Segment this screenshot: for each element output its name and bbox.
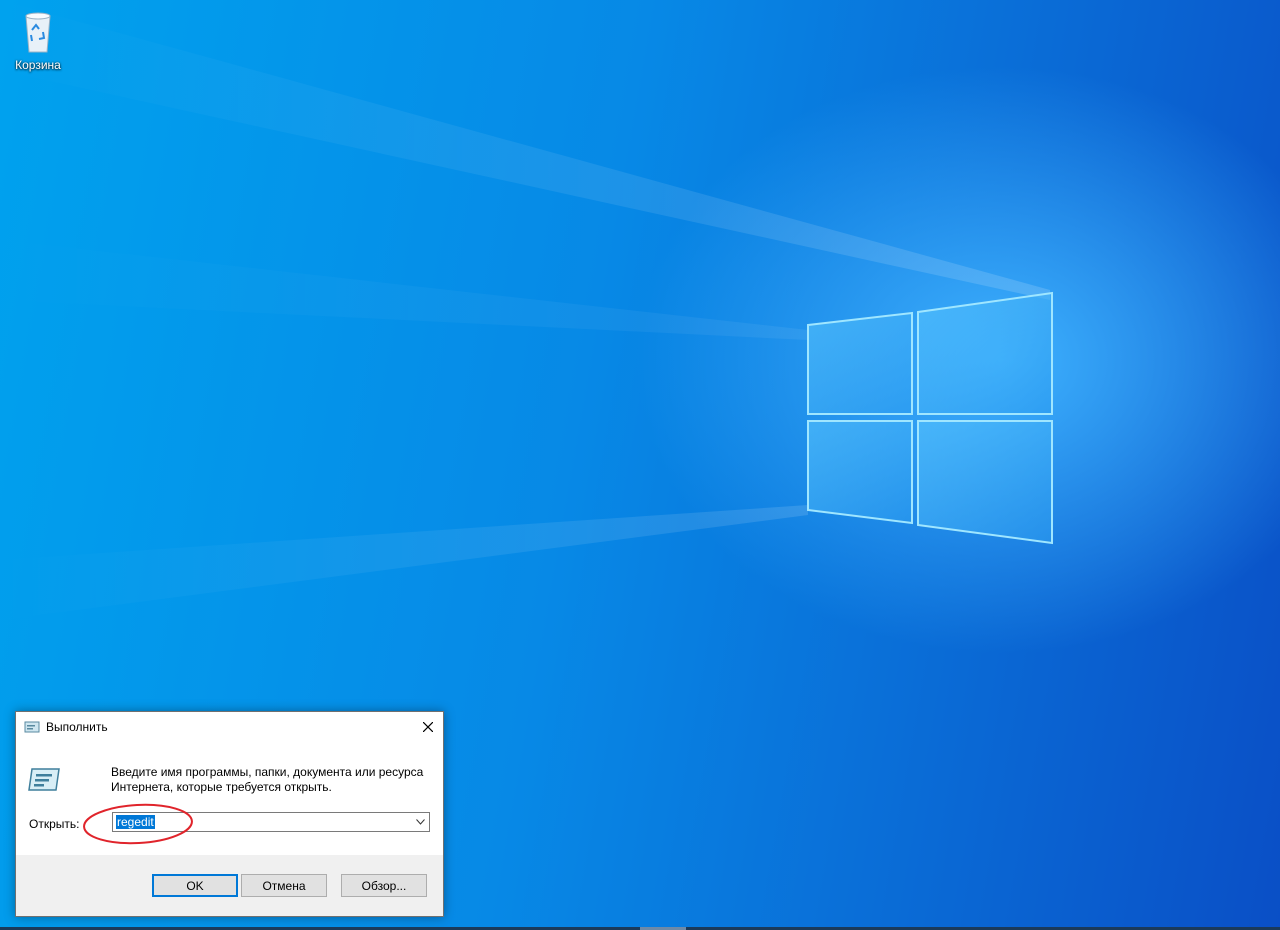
chevron-down-icon: [415, 819, 425, 825]
desktop-icon-recycle-bin[interactable]: Корзина: [8, 10, 68, 72]
dialog-title: Выполнить: [46, 720, 108, 734]
dialog-body: Введите имя программы, папки, документа …: [16, 742, 443, 855]
run-dialog: Выполнить Введите имя программы, папки, …: [15, 711, 444, 917]
close-icon: [423, 722, 433, 732]
dialog-titlebar[interactable]: Выполнить: [16, 712, 443, 742]
ok-button[interactable]: OK: [152, 874, 238, 897]
annotation-circle: [83, 803, 193, 845]
combo-dropdown-button[interactable]: [411, 813, 429, 831]
desktop-icon-label: Корзина: [15, 58, 61, 72]
run-program-icon: [28, 768, 60, 791]
desktop: Корзина Выполнить Введите имя программы,…: [0, 0, 1280, 930]
close-button[interactable]: [413, 712, 443, 742]
open-label: Открыть:: [29, 817, 80, 831]
recycle-bin-icon: [25, 12, 51, 53]
browse-button[interactable]: Обзор...: [341, 874, 427, 897]
cancel-button[interactable]: Отмена: [241, 874, 327, 897]
run-app-icon: [24, 721, 40, 733]
dialog-description: Введите имя программы, папки, документа …: [111, 765, 424, 794]
dialog-footer: OK Отмена Обзор...: [16, 855, 443, 916]
